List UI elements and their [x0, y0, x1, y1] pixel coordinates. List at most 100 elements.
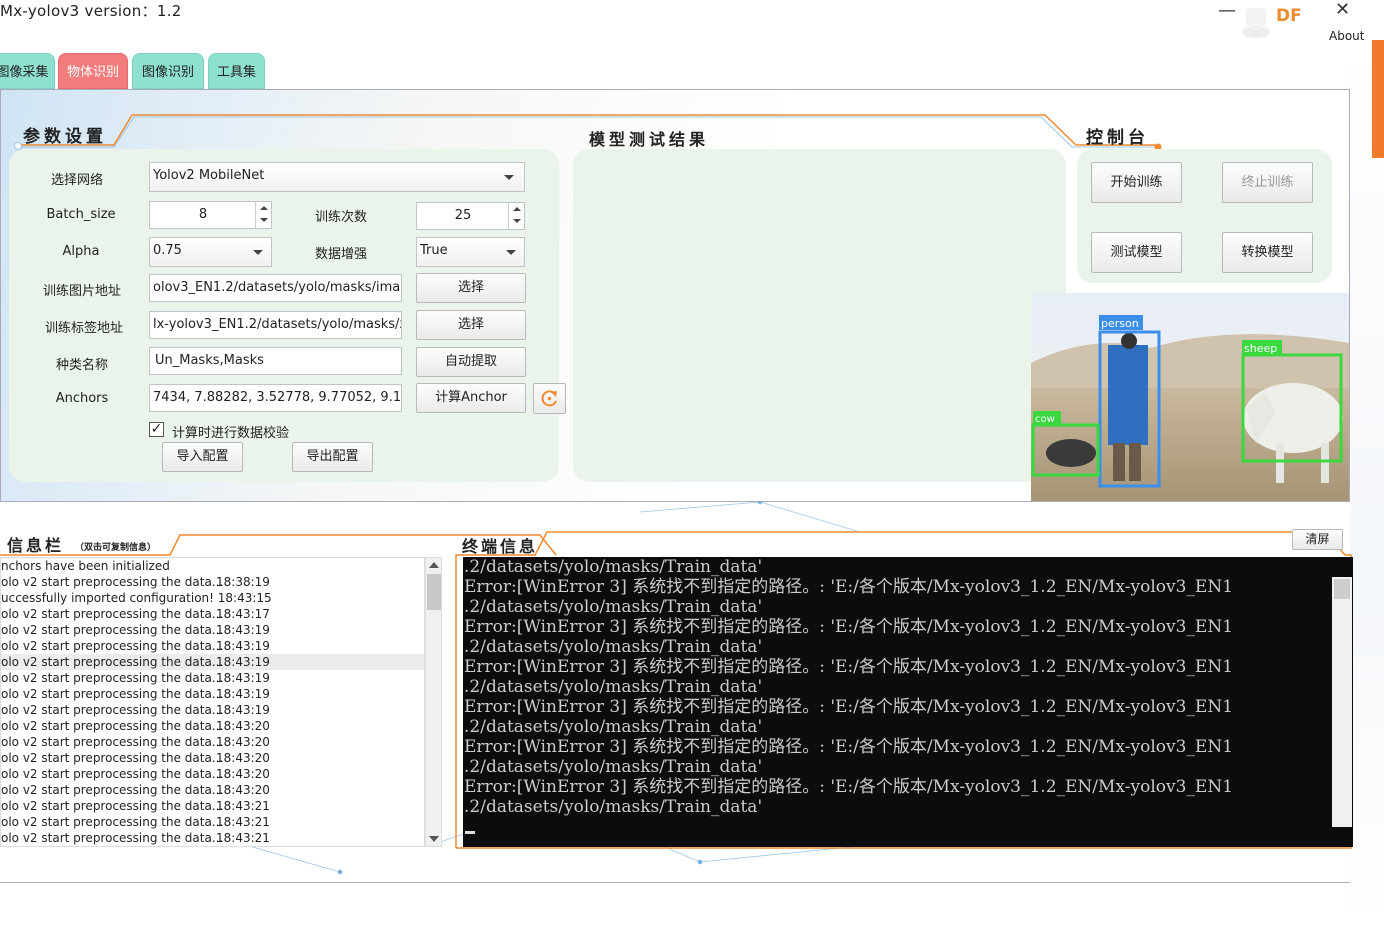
log-row[interactable]: olo v2 start preprocessing the data... 18…	[1, 798, 424, 814]
calc-anchor-button[interactable]: 计算Anchor	[416, 383, 526, 413]
log-row[interactable]: olo v2 start preprocessing the data... 18…	[1, 638, 424, 654]
spin-arrows-icon[interactable]	[508, 203, 524, 229]
log-time: 18:43:19	[216, 623, 270, 637]
window-bottom-border	[0, 882, 1350, 883]
terminal-line: .2/datasets/yolo/masks/Train_data'	[464, 677, 763, 697]
import-config-button[interactable]: 导入配置	[162, 442, 243, 472]
log-row[interactable]: uccessfully imported configuration! 18:4…	[1, 590, 424, 606]
scrollbar-thumb[interactable]	[427, 574, 441, 610]
terminal-line: .2/datasets/yolo/masks/Train_data'	[464, 757, 763, 777]
detection-scene: person sheep cow	[1031, 293, 1349, 501]
info-subheading: （双击可复制信息）	[75, 543, 157, 553]
tab-image-recognition[interactable]: 图像识别	[132, 53, 204, 89]
log-row[interactable]: olo v2 start preprocessing the data... 18…	[1, 686, 424, 702]
log-text: olo v2 start preprocessing the data...	[1, 575, 224, 589]
log-time: 18:38:19	[216, 575, 270, 589]
tab-object-detection[interactable]: 物体识别	[58, 53, 128, 89]
start-train-button[interactable]: 开始训练	[1091, 162, 1182, 203]
log-text: olo v2 start preprocessing the data...	[1, 767, 224, 781]
log-row[interactable]: olo v2 start preprocessing the data... 18…	[1, 574, 424, 590]
classes-input[interactable]: Un_Masks,Masks	[149, 347, 402, 375]
refresh-icon	[541, 390, 557, 407]
batch-size-spinbox[interactable]: 8	[149, 201, 272, 229]
image-path-input[interactable]: olov3_EN1.2/datasets/yolo/masks/images	[149, 274, 402, 302]
terminal-heading: 终端信息	[462, 537, 539, 556]
result-panel	[573, 149, 1066, 482]
augment-select[interactable]: True	[416, 237, 525, 267]
alpha-label: Alpha	[62, 244, 100, 259]
terminal-output[interactable]: .2/datasets/yolo/masks/Train_data' Error:…	[463, 557, 1353, 847]
terminal-scrollbar[interactable]	[1332, 577, 1352, 827]
alpha-value: 0.75	[153, 243, 182, 258]
log-time: 18:43:19	[216, 639, 270, 653]
batch-size-label: Batch_size	[46, 207, 116, 222]
spin-arrows-icon[interactable]	[255, 202, 271, 228]
label-path-input[interactable]: lx-yolov3_EN1.2/datasets/yolo/masks/xml	[149, 311, 402, 339]
augment-value: True	[420, 243, 448, 258]
epochs-spinbox[interactable]: 25	[416, 202, 525, 230]
minimize-button[interactable]: —	[1218, 0, 1236, 21]
person-box-label: person	[1101, 317, 1139, 330]
verify-checkbox[interactable]: ✓	[149, 422, 164, 437]
batch-size-value: 8	[198, 207, 208, 222]
scroll-down-icon[interactable]	[429, 836, 439, 842]
log-row[interactable]: olo v2 start preprocessing the data... 18…	[1, 622, 424, 638]
scroll-up-icon[interactable]	[429, 562, 439, 568]
log-row[interactable]: olo v2 start preprocessing the data... 18…	[1, 814, 424, 830]
cow-box-label: cow	[1035, 414, 1055, 425]
tab-image-capture[interactable]: 图像采集	[0, 53, 55, 89]
info-scrollbar[interactable]	[425, 557, 442, 847]
tab-toolset[interactable]: 工具集	[208, 53, 265, 89]
stop-train-button[interactable]: 终止训练	[1222, 162, 1313, 203]
classes-label: 种类名称	[55, 358, 108, 373]
watermark-icon	[1238, 4, 1278, 40]
log-row[interactable]: olo v2 start preprocessing the data... 18…	[1, 782, 424, 798]
chevron-down-icon	[506, 250, 516, 255]
epochs-label: 训练次数	[314, 210, 367, 225]
log-time: 18:43:17	[216, 607, 270, 621]
log-row[interactable]: olo v2 start preprocessing the data... 18…	[1, 654, 424, 670]
chevron-down-icon	[253, 250, 263, 255]
log-row[interactable]: olo v2 start preprocessing the data... 18…	[1, 606, 424, 622]
terminal-cursor	[465, 831, 475, 834]
log-row[interactable]: olo v2 start preprocessing the data... 18…	[1, 830, 424, 846]
verify-checkbox-label: 计算时进行数据校验	[172, 426, 290, 441]
log-row[interactable]: olo v2 start preprocessing the data... 18…	[1, 670, 424, 686]
scrollbar-thumb[interactable]	[1334, 579, 1350, 599]
log-time: 18:43:21	[216, 815, 270, 829]
terminal-line: Error:[WinError 3] 系统找不到指定的路径。: 'E:/各个版本…	[464, 737, 1234, 757]
close-button[interactable]: ✕	[1335, 0, 1350, 20]
terminal-line: .2/datasets/yolo/masks/Train_data'	[464, 717, 763, 737]
log-row[interactable]: olo v2 start preprocessing the data... 18…	[1, 766, 424, 782]
log-row[interactable]: nchors have been initialized	[1, 558, 424, 574]
log-text: olo v2 start preprocessing the data...	[1, 783, 224, 797]
export-config-button[interactable]: 导出配置	[292, 442, 373, 472]
alpha-select[interactable]: 0.75	[149, 237, 272, 267]
terminal-line: Error:[WinError 3] 系统找不到指定的路径。: 'E:/各个版本…	[464, 617, 1234, 637]
augment-label: 数据增强	[314, 247, 367, 262]
terminal-line: Error:[WinError 3] 系统找不到指定的路径。: 'E:/各个版本…	[464, 777, 1234, 797]
log-text: olo v2 start preprocessing the data...	[1, 687, 224, 701]
log-row[interactable]: olo v2 start preprocessing the data... 18…	[1, 734, 424, 750]
auto-extract-button[interactable]: 自动提取	[416, 347, 526, 377]
log-text: olo v2 start preprocessing the data...	[1, 831, 224, 845]
log-time: 18:43:19	[216, 655, 270, 669]
terminal-line: Error:[WinError 3] 系统找不到指定的路径。: 'E:/各个版本…	[464, 577, 1234, 597]
refresh-button[interactable]	[533, 383, 566, 414]
clear-screen-button[interactable]: 清屏	[1292, 529, 1343, 550]
log-row[interactable]: olo v2 start preprocessing the data... 18…	[1, 750, 424, 766]
select-label-path-button[interactable]: 选择	[416, 310, 526, 340]
log-time: 18:43:20	[216, 767, 270, 781]
log-row[interactable]: olo v2 start preprocessing the data... 18…	[1, 718, 424, 734]
info-log-list[interactable]: nchors have been initialized olo v2 start…	[0, 557, 425, 847]
convert-model-button[interactable]: 转换模型	[1222, 232, 1313, 273]
network-select[interactable]: Yolov2 MobileNet	[149, 162, 525, 192]
log-row[interactable]: olo v2 start preprocessing the data... 18…	[1, 702, 424, 718]
side-orange-bar	[1372, 40, 1384, 158]
log-text: olo v2 start preprocessing the data...	[1, 671, 224, 685]
anchors-input[interactable]: 7434, 7.88282, 3.52778, 9.77052, 9.16828	[149, 384, 402, 412]
log-time: 18:43:20	[216, 751, 270, 765]
select-image-path-button[interactable]: 选择	[416, 273, 526, 303]
right-edge-strip	[1350, 40, 1384, 929]
test-model-button[interactable]: 测试模型	[1091, 232, 1182, 273]
